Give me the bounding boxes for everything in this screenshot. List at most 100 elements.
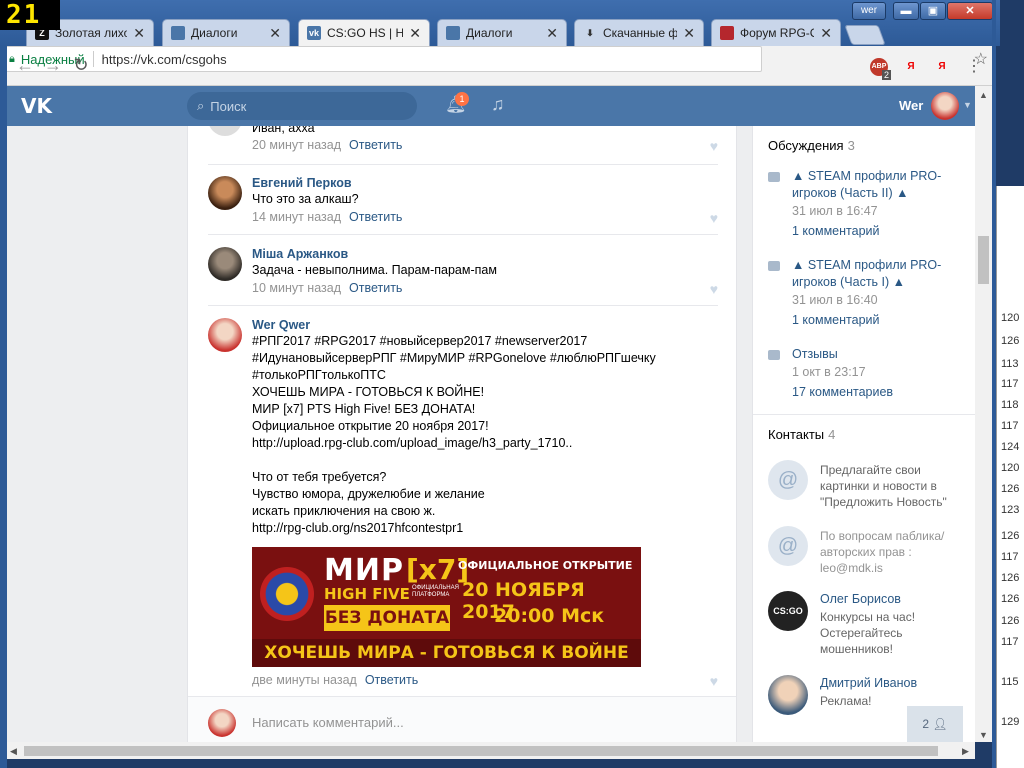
horizontal-scroll-thumb[interactable] bbox=[24, 746, 938, 756]
comment-text: Иван, ахха bbox=[252, 126, 315, 135]
discussion-comments[interactable]: 1 комментарий bbox=[792, 224, 879, 238]
reply-link[interactable]: Ответить bbox=[365, 673, 418, 687]
close-tab-icon[interactable]: ✕ bbox=[820, 25, 832, 42]
scroll-right-arrow-icon[interactable]: ▶ bbox=[962, 746, 969, 757]
comment-time[interactable]: 14 минут назад bbox=[252, 210, 341, 224]
background-number: 117 bbox=[1001, 378, 1019, 390]
close-tab-icon[interactable]: ✕ bbox=[546, 25, 558, 42]
yandex-icon[interactable]: Я bbox=[902, 58, 920, 76]
comment-hashtags[interactable]: #РПГ2017 #RPG2017 #новыйсервер2017 #news… bbox=[252, 333, 692, 384]
members-button[interactable]: 2 👤︎ bbox=[907, 706, 963, 742]
tab-dialogs-1[interactable]: Диалоги ✕ bbox=[162, 19, 290, 46]
at-sign-icon: @ bbox=[768, 460, 808, 500]
browser-menu-icon[interactable]: ⋮ bbox=[966, 56, 982, 76]
contact-item[interactable]: CS:GO Олег Борисов Конкурсы на час! Осте… bbox=[768, 591, 968, 656]
background-number: 117 bbox=[1001, 551, 1019, 563]
like-heart-icon[interactable]: ♥ bbox=[710, 210, 718, 226]
close-tab-icon[interactable]: ✕ bbox=[269, 25, 281, 42]
reply-link[interactable]: Ответить bbox=[349, 210, 402, 224]
comment-time[interactable]: 10 минут назад bbox=[252, 281, 341, 295]
vk-icon bbox=[446, 26, 460, 40]
discussions-count: 3 bbox=[847, 138, 855, 153]
forward-arrow-icon[interactable]: → bbox=[42, 55, 64, 76]
comment-input[interactable]: Написать комментарий... bbox=[252, 715, 404, 730]
chevron-down-icon[interactable]: ▼ bbox=[963, 100, 972, 110]
contact-name[interactable]: Олег Борисов bbox=[820, 591, 968, 607]
new-tab-button[interactable] bbox=[844, 25, 886, 45]
minimize-button[interactable]: ▬ bbox=[893, 2, 919, 20]
avatar[interactable]: CS:GO bbox=[768, 591, 808, 631]
yandex-icon[interactable]: Я bbox=[933, 58, 951, 76]
like-heart-icon[interactable]: ♥ bbox=[710, 673, 718, 689]
tab-label: Скачанные файлы bbox=[603, 26, 677, 40]
discussions-header[interactable]: Обсуждения 3 bbox=[768, 138, 855, 153]
user-name[interactable]: Wer bbox=[899, 98, 923, 113]
banner-time: 20:00 Мск bbox=[494, 605, 605, 627]
close-tab-icon[interactable]: ✕ bbox=[409, 25, 421, 42]
avatar[interactable] bbox=[768, 675, 808, 715]
discussion-comments[interactable]: 17 комментариев bbox=[792, 385, 893, 399]
search-input[interactable]: ⌕ Поиск bbox=[187, 92, 417, 120]
notification-badge: 1 bbox=[455, 92, 469, 106]
avatar[interactable] bbox=[208, 176, 242, 210]
avatar[interactable] bbox=[208, 126, 242, 136]
contact-description: По вопросам паблика/авторских прав : leo… bbox=[820, 529, 945, 575]
discussion-title[interactable]: Отзывы bbox=[792, 346, 962, 363]
avatar[interactable] bbox=[208, 247, 242, 281]
discussion-title[interactable]: ▲ STEAM профили PRO-игроков (Часть II) ▲ bbox=[792, 168, 962, 202]
music-icon[interactable]: ♫ bbox=[491, 94, 505, 115]
close-tab-icon[interactable]: ✕ bbox=[133, 25, 145, 42]
comment-divider bbox=[208, 164, 718, 165]
discussions-title: Обсуждения bbox=[768, 138, 844, 153]
scroll-down-arrow-icon[interactable]: ▼ bbox=[979, 730, 988, 740]
tab-label: Диалоги bbox=[466, 26, 513, 40]
tab-downloads[interactable]: ⬇ Скачанные файлы ✕ bbox=[574, 19, 704, 46]
contact-item[interactable]: @ Предлагайте свои картинки и новости в … bbox=[768, 460, 968, 510]
tab-rpg-forum[interactable]: Форум RPG-Club ✕ bbox=[711, 19, 841, 46]
discussion-item[interactable]: ▲ STEAM профили PRO-игроков (Часть II) ▲… bbox=[768, 168, 968, 248]
close-tab-icon[interactable]: ✕ bbox=[683, 25, 695, 42]
discussion-comments[interactable]: 1 комментарий bbox=[792, 313, 879, 327]
comment-author[interactable]: Wer Qwer bbox=[252, 318, 310, 332]
crest-icon bbox=[720, 26, 734, 40]
avatar[interactable] bbox=[208, 318, 242, 352]
contacts-header[interactable]: Контакты 4 bbox=[768, 427, 835, 442]
vk-logo-icon[interactable]: VK bbox=[21, 94, 57, 118]
address-bar[interactable]: 🔒︎ Надежный https://vk.com/csgohs ☆ bbox=[0, 46, 988, 72]
reply-link[interactable]: Ответить bbox=[349, 138, 402, 152]
scroll-up-arrow-icon[interactable]: ▲ bbox=[979, 90, 988, 100]
discussion-item[interactable]: Отзывы 1 окт в 23:17 17 комментариев bbox=[768, 346, 968, 406]
back-arrow-icon[interactable]: ← bbox=[14, 55, 36, 76]
comment-compose[interactable]: Написать комментарий... bbox=[188, 696, 736, 742]
discussion-item[interactable]: ▲ STEAM профили PRO-игроков (Часть I) ▲ … bbox=[768, 257, 968, 337]
like-heart-icon[interactable]: ♥ bbox=[710, 281, 718, 297]
url-text: https://vk.com/csgohs bbox=[101, 51, 227, 67]
reload-icon[interactable]: ↻ bbox=[70, 55, 92, 76]
contacts-title: Контакты bbox=[768, 427, 825, 442]
comment-time[interactable]: 20 минут назад bbox=[252, 138, 341, 152]
tab-csgohs[interactable]: vk CS:GO HS | Home ✕ bbox=[298, 19, 430, 46]
comment-author[interactable]: Евгений Перков bbox=[252, 176, 352, 190]
close-window-button[interactable]: ✕ bbox=[947, 2, 993, 20]
avatar[interactable] bbox=[931, 92, 959, 120]
comment-meta: две минуты назад Ответить bbox=[252, 673, 418, 687]
tab-dialogs-2[interactable]: Диалоги ✕ bbox=[437, 19, 567, 46]
contact-item[interactable]: @ По вопросам паблика/авторских прав : l… bbox=[768, 526, 968, 576]
comment-meta: 14 минут назад Ответить bbox=[252, 210, 402, 224]
profile-badge[interactable]: wer bbox=[852, 2, 886, 20]
contact-name[interactable]: Дмитрий Иванов bbox=[820, 675, 968, 691]
comment-text: МИР [x7] PTS High Five! БЕЗ ДОНАТА! bbox=[252, 402, 476, 416]
like-heart-icon[interactable]: ♥ bbox=[710, 138, 718, 154]
contact-description: Предлагайте свои картинки и новости в "П… bbox=[820, 463, 947, 509]
promo-banner-image[interactable]: МИР [x7] HIGH FIVE ОФИЦИАЛЬНАЯ ПЛАТФОРМА… bbox=[252, 547, 641, 667]
vertical-scroll-thumb[interactable] bbox=[978, 236, 989, 284]
maximize-button[interactable]: ▣ bbox=[920, 2, 946, 20]
comment-time[interactable]: две минуты назад bbox=[252, 673, 357, 687]
comment-author[interactable]: Міша Аржанков bbox=[252, 247, 348, 261]
comment-link[interactable]: http://rpg-club.org/ns2017hfcontestpr1 bbox=[252, 520, 712, 537]
comment-link[interactable]: http://upload.rpg-club.com/upload_image/… bbox=[252, 435, 712, 452]
reply-link[interactable]: Ответить bbox=[349, 281, 402, 295]
discussion-title[interactable]: ▲ STEAM профили PRO-игроков (Часть I) ▲ bbox=[792, 257, 962, 291]
scroll-left-arrow-icon[interactable]: ◀ bbox=[10, 746, 17, 757]
vertical-scrollbar[interactable] bbox=[975, 86, 992, 742]
